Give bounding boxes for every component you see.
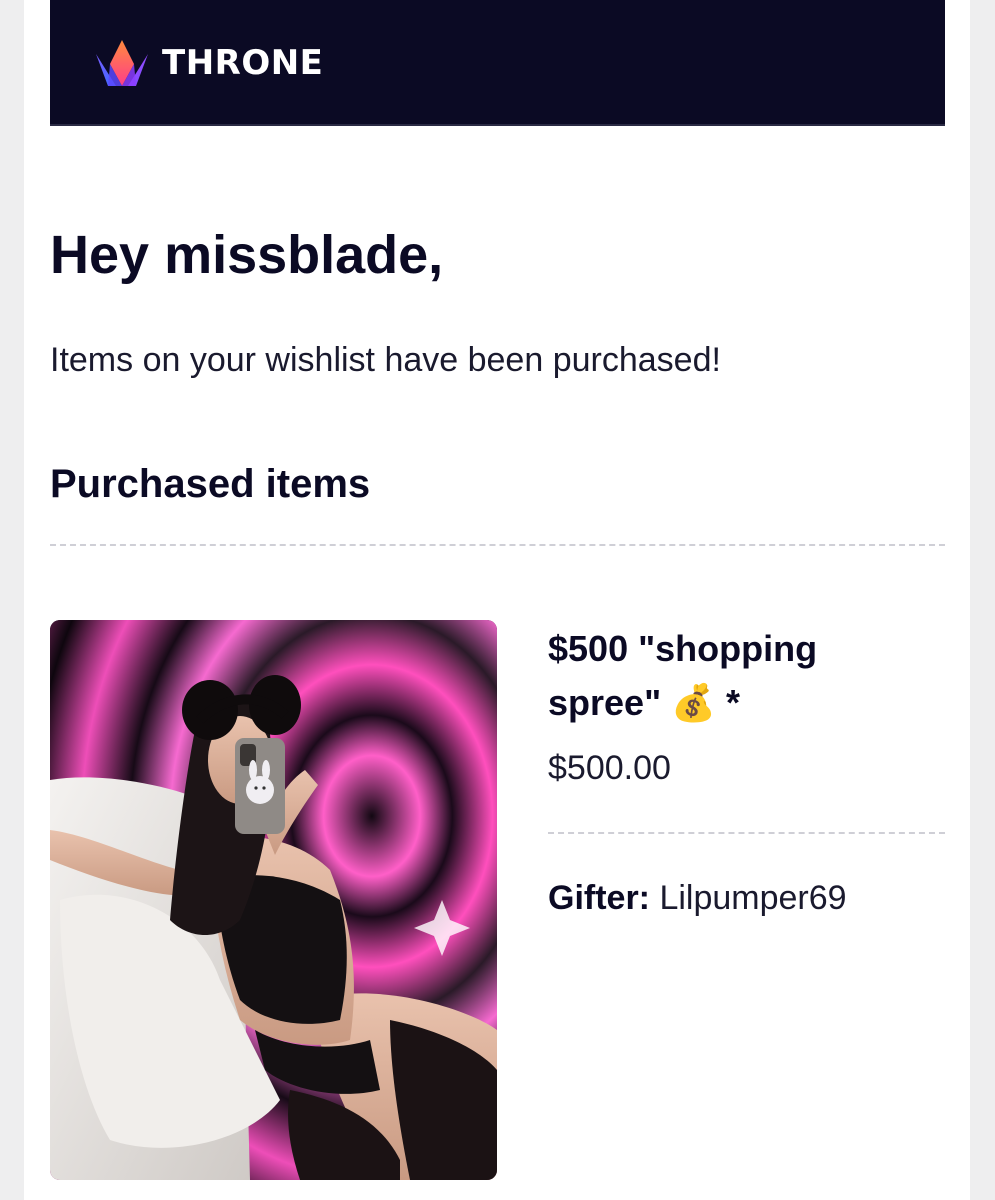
purchased-items-heading: Purchased items	[50, 462, 371, 506]
product-photo[interactable]	[50, 620, 497, 1180]
item-name[interactable]: $500 "shopping spree" 💰 *	[548, 622, 908, 730]
section-divider	[50, 544, 945, 546]
product-photo-image	[50, 620, 497, 1180]
item-price: $500.00	[548, 749, 671, 787]
gifter-line: Gifter: Lilpumper69	[548, 874, 847, 922]
gifter-name: Lilpumper69	[659, 879, 847, 917]
brand-name: THRONE	[162, 43, 324, 83]
email-header: THRONE	[50, 0, 945, 126]
crown-icon	[96, 40, 148, 86]
purchase-message: Items on your wishlist have been purchas…	[50, 341, 721, 379]
throne-logo[interactable]: THRONE	[94, 38, 323, 88]
gifter-label: Gifter:	[548, 879, 650, 917]
greeting-heading: Hey missblade,	[50, 225, 444, 285]
item-divider	[548, 832, 945, 834]
